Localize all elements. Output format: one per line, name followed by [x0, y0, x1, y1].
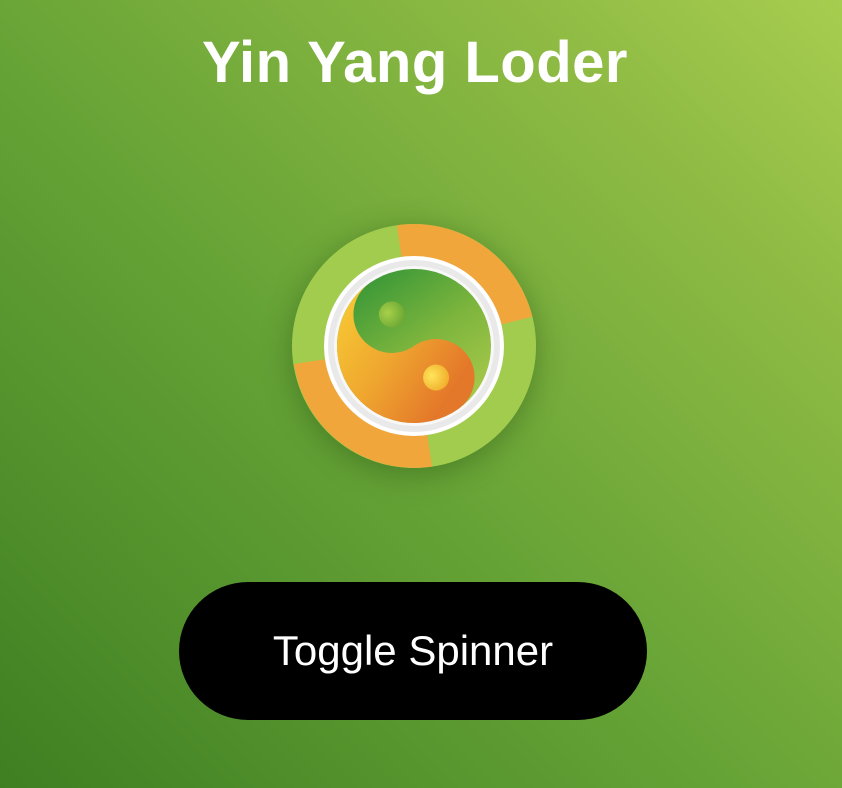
yin-yang-icon [292, 224, 536, 468]
toggle-spinner-button[interactable]: Toggle Spinner [179, 582, 647, 720]
page-title: Yin Yang Loder [202, 30, 628, 95]
yin-yang-spinner [292, 224, 536, 468]
